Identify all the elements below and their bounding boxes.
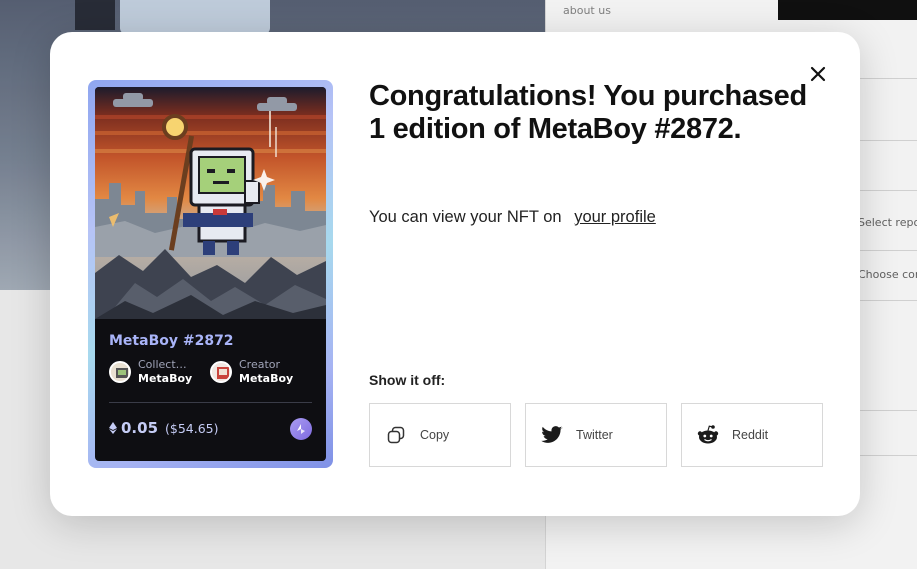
- show-off-label: Show it off:: [369, 372, 446, 388]
- nft-card-info: MetaBoy #2872 Collection MetaBoy Creator…: [95, 319, 326, 461]
- twitter-label: Twitter: [576, 428, 613, 442]
- creator-label: Creator: [239, 358, 281, 371]
- creator-avatar: [210, 361, 232, 383]
- nft-title[interactable]: MetaBoy #2872: [109, 333, 234, 349]
- view-nft-text: You can view your NFT on your profile: [369, 208, 656, 227]
- ethereum-icon: [109, 422, 117, 434]
- reddit-label: Reddit: [732, 428, 769, 442]
- card-divider: [109, 402, 312, 403]
- price-usd: ($54.65): [165, 420, 219, 436]
- reddit-icon: [696, 423, 720, 447]
- collection-info[interactable]: Collection MetaBoy: [109, 358, 192, 386]
- price-eth: 0.05: [121, 419, 159, 437]
- purchase-success-modal: MetaBoy #2872 Collection MetaBoy Creator…: [50, 32, 860, 516]
- copy-label: Copy: [420, 428, 450, 442]
- twitter-share-button[interactable]: Twitter: [525, 403, 667, 467]
- modal-headline: Congratulations! You purchased 1 edition…: [369, 80, 807, 145]
- collection-avatar: [109, 361, 131, 383]
- creator-value[interactable]: MetaBoy: [239, 372, 293, 386]
- loopring-icon: [290, 418, 312, 440]
- nft-artwork-image: [95, 87, 326, 319]
- view-nft-prefix: You can view your NFT on: [369, 208, 562, 226]
- collection-value[interactable]: MetaBoy: [138, 372, 192, 386]
- copy-icon: [384, 423, 408, 447]
- reddit-share-button[interactable]: Reddit: [681, 403, 823, 467]
- nft-card[interactable]: MetaBoy #2872 Collection MetaBoy Creator…: [95, 87, 326, 461]
- profile-link[interactable]: your profile: [574, 208, 656, 226]
- twitter-icon: [540, 423, 564, 447]
- creator-info[interactable]: Creator MetaBoy: [210, 358, 293, 386]
- price-row: 0.05 ($54.65): [109, 419, 219, 437]
- copy-button[interactable]: Copy: [369, 403, 511, 467]
- nft-card-frame: MetaBoy #2872 Collection MetaBoy Creator…: [88, 80, 333, 468]
- collection-label: Collection: [138, 358, 188, 371]
